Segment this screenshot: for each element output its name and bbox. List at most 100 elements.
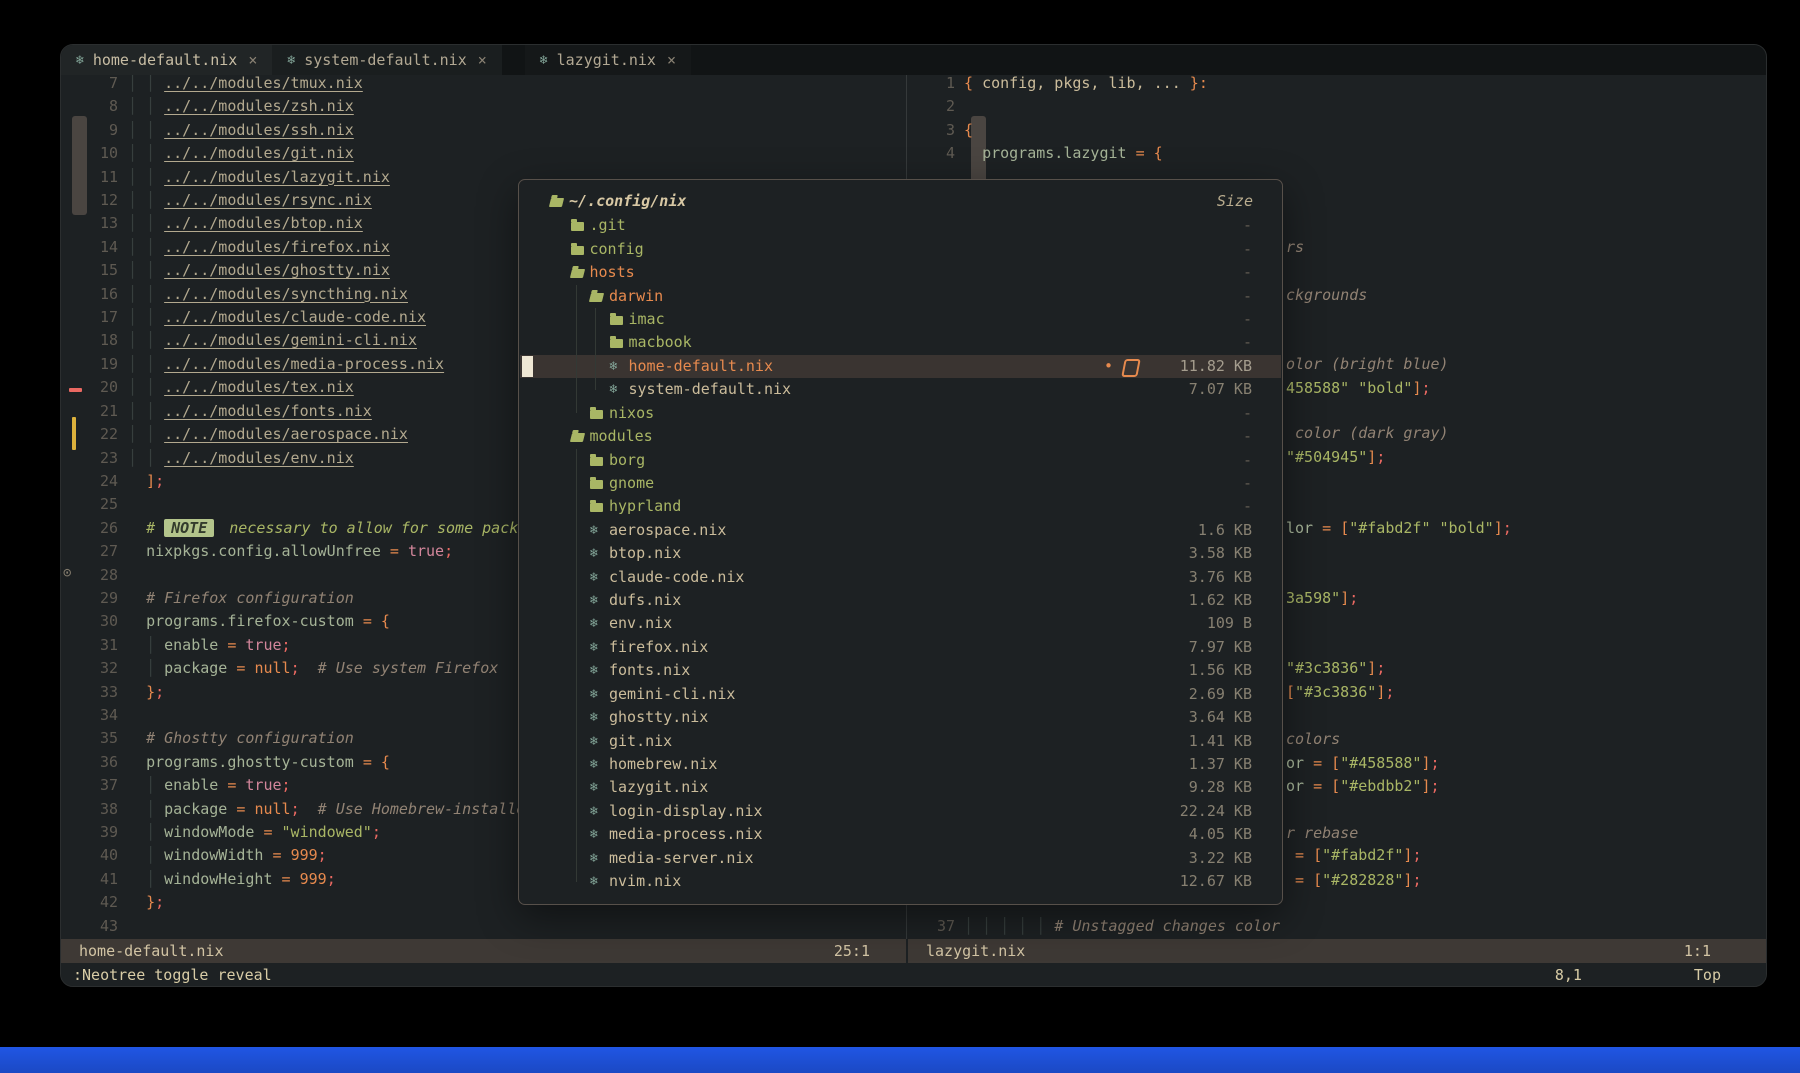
tree-row-file[interactable]: ❄env.nix109 B <box>520 612 1281 635</box>
file-size: 3.64 KB <box>1189 706 1252 729</box>
tree-row-folder[interactable]: darwin- <box>520 285 1281 308</box>
tree-row-file[interactable]: ❄git.nix1.41 KB <box>520 730 1281 753</box>
code-line[interactable]: 7│ │ ../../modules/tmux.nix <box>61 75 906 95</box>
tree-row-file[interactable]: ❄gemini-cli.nix2.69 KB <box>520 683 1281 706</box>
code-fragment: ["#3c3836"]; <box>1286 681 1394 704</box>
tree-row-file[interactable]: ❄firefox.nix7.97 KB <box>520 636 1281 659</box>
file-size: - <box>1243 308 1252 331</box>
size-column-header: Size <box>1217 190 1253 213</box>
line-number: 23 <box>61 447 128 470</box>
tree-item-name: .git <box>590 214 626 237</box>
tree-item-name: home-default.nix <box>629 355 774 378</box>
tree-row-folder[interactable]: macbook- <box>520 331 1281 354</box>
close-icon[interactable]: × <box>478 51 487 69</box>
nix-snowflake-icon: ❄ <box>610 355 618 378</box>
tree-row-folder[interactable]: imac - <box>520 308 1281 331</box>
line-number: 35 <box>61 727 128 750</box>
command-line[interactable]: :Neotree toggle reveal 8,1 Top <box>61 963 1766 986</box>
tree-item-name: imac <box>629 308 665 331</box>
tree-row-file[interactable]: ❄aerospace.nix1.6 KB <box>520 519 1281 542</box>
tree-row-file[interactable]: ❄media-process.nix4.05 KB <box>520 823 1281 846</box>
line-number: 21 <box>61 400 128 423</box>
code-line[interactable]: 8│ │ ../../modules/zsh.nix <box>61 95 906 118</box>
tree-row-folder[interactable]: nixos- <box>520 402 1281 425</box>
line-number: 10 <box>61 142 128 165</box>
tree-row-file[interactable]: ❄lazygit.nix9.28 KB <box>520 776 1281 799</box>
code-line[interactable]: 10│ │ ../../modules/git.nix <box>61 142 906 165</box>
code-text: │ windowMode = "windowed"; <box>128 821 381 844</box>
tab-lazygit.nix[interactable]: ❄lazygit.nix× <box>525 45 691 75</box>
code-line[interactable]: 3{ <box>907 119 1766 142</box>
tree-row-file[interactable]: ❄dufs.nix1.62 KB <box>520 589 1281 612</box>
tree-item-name: gemini-cli.nix <box>609 683 735 706</box>
code-line[interactable]: 43 <box>61 915 906 938</box>
code-text: │ windowHeight = 999; <box>128 868 336 891</box>
code-text: │ │ ../../modules/ghostty.nix <box>128 259 390 282</box>
code-fragment: lor = ["#fabd2f" "bold"]; <box>1286 517 1512 540</box>
tree-row-folder[interactable]: borg- <box>520 449 1281 472</box>
tree-row-file[interactable]: ❄claude-code.nix3.76 KB <box>520 566 1281 589</box>
statusline-left: home-default.nix 25:1 <box>61 939 906 963</box>
code-text: # NOTE necessary to allow for some packa… <box>128 517 554 540</box>
code-text: │ │ ../../modules/lazygit.nix <box>128 166 390 189</box>
tree-item-name: claude-code.nix <box>609 566 744 589</box>
file-size: 11.82 KB <box>1180 355 1252 378</box>
tree-row-file[interactable]: ❄ghostty.nix3.64 KB <box>520 706 1281 729</box>
tree-row-folder[interactable]: .git - <box>520 214 1281 237</box>
close-icon[interactable]: × <box>248 51 257 69</box>
tree-row-file[interactable]: ❄homebrew.nix1.37 KB <box>520 753 1281 776</box>
tree-item-name: modules <box>590 425 653 448</box>
code-line[interactable]: 9│ │ ../../modules/ssh.nix <box>61 119 906 142</box>
code-text: │ │ ../../modules/claude-code.nix <box>128 306 426 329</box>
nix-snowflake-icon: ❄ <box>590 847 598 870</box>
line-number: 13 <box>61 212 128 235</box>
code-fragment: or = ["#ebdbb2"]; <box>1286 775 1440 798</box>
close-icon[interactable]: × <box>667 51 676 69</box>
tree-item-name: lazygit.nix <box>609 776 708 799</box>
tab-system-default.nix[interactable]: ❄system-default.nix× <box>272 45 501 75</box>
file-size: - <box>1243 495 1252 518</box>
tree-row-file[interactable]: ❄home-default.nix•11.82 KB <box>520 355 1281 378</box>
dock-strip <box>0 1047 1800 1073</box>
tree-row-file[interactable]: ❄nvim.nix12.67 KB <box>520 870 1281 893</box>
tree-row-file[interactable]: ❄login-display.nix22.24 KB <box>520 800 1281 823</box>
neotree-popup[interactable]: ~/.config/nix Size .git-config-hosts-dar… <box>518 179 1283 905</box>
nix-snowflake-icon: ❄ <box>590 730 598 753</box>
tab-label: home-default.nix <box>93 51 238 69</box>
line-number: 18 <box>61 329 128 352</box>
code-line[interactable]: 1{ config, pkgs, lib, ... }: <box>907 75 1766 95</box>
line-number: 41 <box>61 868 128 891</box>
tree-row-folder[interactable]: hosts- <box>520 261 1281 284</box>
tree-item-name: aerospace.nix <box>609 519 726 542</box>
tree-row-folder[interactable]: config- <box>520 238 1281 261</box>
neotree-root-path: ~/.config/nix <box>569 190 686 213</box>
tree-row-folder[interactable]: gnome- <box>520 472 1281 495</box>
code-line[interactable]: 4 programs.lazygit = { <box>907 142 1766 165</box>
tree-item-name: firefox.nix <box>609 636 708 659</box>
tree-row-file[interactable]: ❄fonts.nix1.56 KB <box>520 659 1281 682</box>
file-size: 3.76 KB <box>1189 566 1252 589</box>
statusline-filename: lazygit.nix <box>926 942 1025 960</box>
code-text: { config, pkgs, lib, ... }: <box>964 75 1208 95</box>
code-line[interactable]: 37│ │ │ │ │ # Unstagged changes color <box>907 915 1766 938</box>
line-number: 37 <box>907 915 964 938</box>
tree-row-file[interactable]: ❄btop.nix3.58 KB <box>520 542 1281 565</box>
file-size: 1.6 KB <box>1198 519 1252 542</box>
tree-item-name: login-display.nix <box>609 800 763 823</box>
tree-row-folder[interactable]: hyprland- <box>520 495 1281 518</box>
statusline: home-default.nix 25:1 lazygit.nix 1:1 <box>61 939 1766 963</box>
file-size: - <box>1243 214 1252 237</box>
nix-snowflake-icon: ❄ <box>590 636 598 659</box>
indent-guide <box>595 308 596 390</box>
code-text: │ │ ../../modules/firefox.nix <box>128 236 390 259</box>
code-line[interactable]: 2 <box>907 95 1766 118</box>
nix-snowflake-icon: ❄ <box>590 612 598 635</box>
tree-row-file[interactable]: ❄media-server.nix3.22 KB <box>520 847 1281 870</box>
tree-item-name: nixos <box>609 402 654 425</box>
code-text: }; <box>128 891 164 914</box>
neotree-root-row[interactable]: ~/.config/nix <box>519 190 1282 213</box>
code-fragment: "#504945"]; <box>1286 446 1385 469</box>
tree-row-folder[interactable]: modules- <box>520 425 1281 448</box>
tree-row-file[interactable]: ❄system-default.nix7.07 KB <box>520 378 1281 401</box>
tab-home-default.nix[interactable]: ❄home-default.nix× <box>61 45 272 75</box>
